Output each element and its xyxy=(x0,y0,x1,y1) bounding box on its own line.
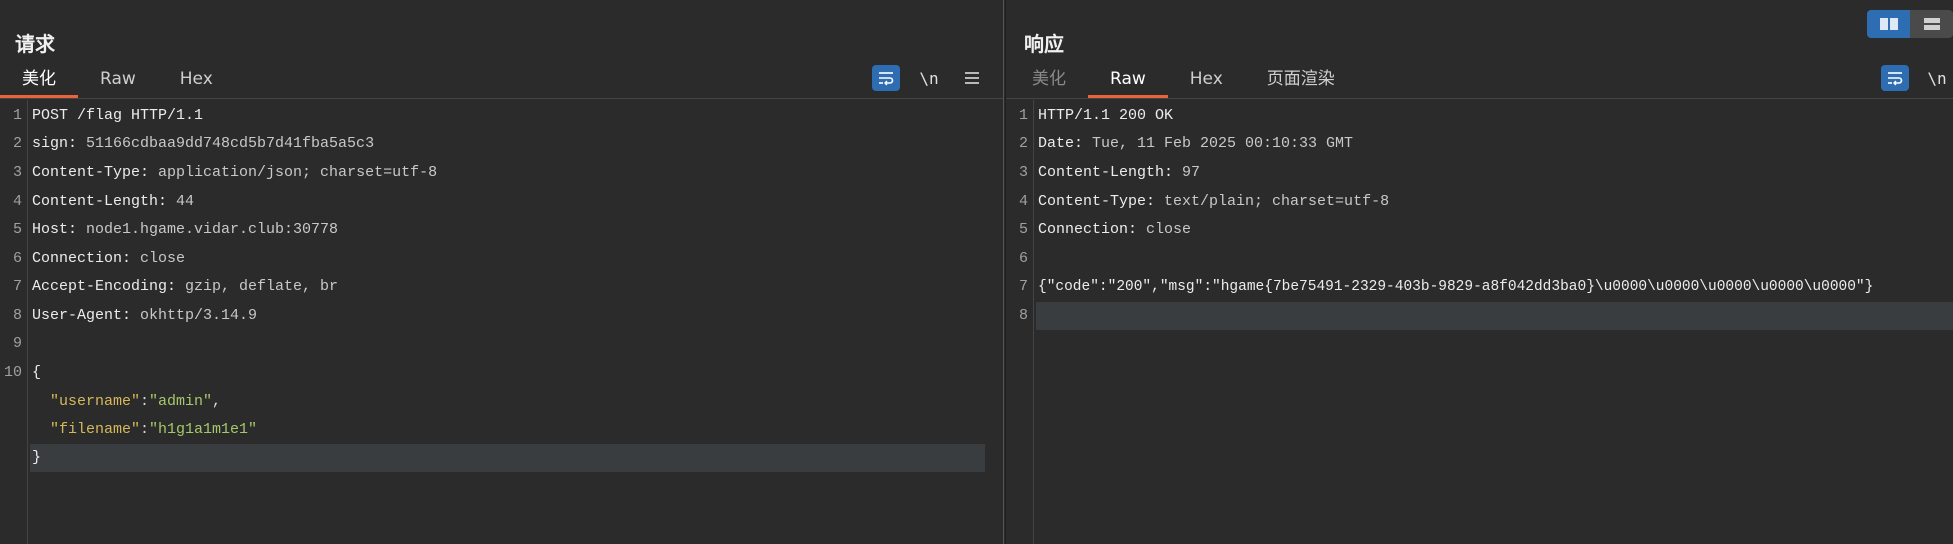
response-pane: 响应 美化 Raw Hex 页面渲染 \n 1 HTTP/1.1 200 OK … xyxy=(1005,0,1953,544)
request-lines: 1 POST /flag HTTP/1.1 2 sign: 51166cdbaa9d… xyxy=(0,100,1003,544)
response-current-line: 8 xyxy=(1006,302,1953,330)
request-pane: 请求 美化 Raw Hex \n 1 POST /flag HTTP/1.1 2s… xyxy=(0,0,1004,544)
response-title: 响应 xyxy=(1024,32,1064,56)
response-line: 2 Date: Tue, 11 Feb 2025 00:10:33 GMT xyxy=(1018,135,1354,152)
request-tabs: 美化 Raw Hex xyxy=(0,64,235,98)
request-line: 1 POST /flag HTTP/1.1 xyxy=(12,107,204,124)
request-tab-divider xyxy=(0,98,1003,99)
request-line: 5 Host: node1.hgame.vidar.club:30778 xyxy=(12,221,339,238)
response-line: 3 Content-Length: 97 xyxy=(1018,164,1201,181)
request-json-line: "username":"admin", xyxy=(50,393,222,410)
request-wrap-button[interactable] xyxy=(872,65,900,91)
response-tab-render[interactable]: 页面渲染 xyxy=(1245,64,1357,98)
response-tabs: 美化 Raw Hex 页面渲染 xyxy=(1010,64,1357,98)
request-newline-button[interactable]: \n xyxy=(915,65,943,91)
response-line: 5 Connection: close xyxy=(1018,221,1192,238)
request-line: 7 Accept-Encoding: gzip, deflate, br xyxy=(12,278,339,295)
request-json-line: "filename":"h1g1a1m1e1" xyxy=(50,421,258,438)
request-line: 9 xyxy=(12,335,22,352)
request-tab-raw[interactable]: Raw xyxy=(78,64,158,98)
split-view-button[interactable] xyxy=(1867,10,1910,38)
response-tab-hex[interactable]: Hex xyxy=(1168,64,1245,98)
response-line: 4 Content-Type: text/plain; charset=utf-8 xyxy=(1018,193,1390,210)
split-view-icon xyxy=(1879,18,1898,30)
request-line: 4 Content-Length: 44 xyxy=(12,193,195,210)
layout-toggle xyxy=(1867,10,1953,38)
stacked-view-button[interactable] xyxy=(1910,10,1953,38)
request-menu-button[interactable] xyxy=(958,65,986,91)
request-line: 8 User-Agent: okhttp/3.14.9 xyxy=(12,307,258,324)
response-newline-button[interactable]: \n xyxy=(1923,65,1951,91)
response-line: 6 xyxy=(1018,250,1028,267)
request-line: 6 Connection: close xyxy=(12,250,186,267)
request-editor[interactable]: 1 POST /flag HTTP/1.1 2 sign: 51166cdbaa9d… xyxy=(0,100,1003,544)
response-tab-raw[interactable]: Raw xyxy=(1088,64,1168,98)
response-tab-divider xyxy=(1006,98,1953,99)
request-line: 10{ xyxy=(3,364,42,381)
response-tab-pretty[interactable]: 美化 xyxy=(1010,64,1088,98)
request-tab-hex[interactable]: Hex xyxy=(158,64,235,98)
response-line: 1 HTTP/1.1 200 OK xyxy=(1018,107,1174,124)
response-lines: 1 HTTP/1.1 200 OK 2 Date: Tue, 11 Feb 2025… xyxy=(1006,100,1953,544)
response-body-line: 7 {"code":"200","msg":"hgame{7be75491-232… xyxy=(1018,278,1874,295)
request-current-line: } xyxy=(0,444,1003,472)
word-wrap-icon xyxy=(1888,72,1903,86)
request-line: 2 sign: 51166cdbaa9dd748cd5b7d41fba5a5c3 xyxy=(12,135,375,152)
request-title: 请求 xyxy=(15,32,55,56)
response-editor[interactable]: 1 HTTP/1.1 200 OK 2 Date: Tue, 11 Feb 2025… xyxy=(1006,100,1953,544)
word-wrap-icon xyxy=(879,72,894,86)
request-tab-pretty[interactable]: 美化 xyxy=(0,64,78,98)
request-line: 3 Content-Type: application/json; charset… xyxy=(12,164,438,181)
response-wrap-button[interactable] xyxy=(1881,65,1909,91)
hamburger-menu-icon xyxy=(965,72,979,84)
stacked-view-icon xyxy=(1923,18,1940,30)
